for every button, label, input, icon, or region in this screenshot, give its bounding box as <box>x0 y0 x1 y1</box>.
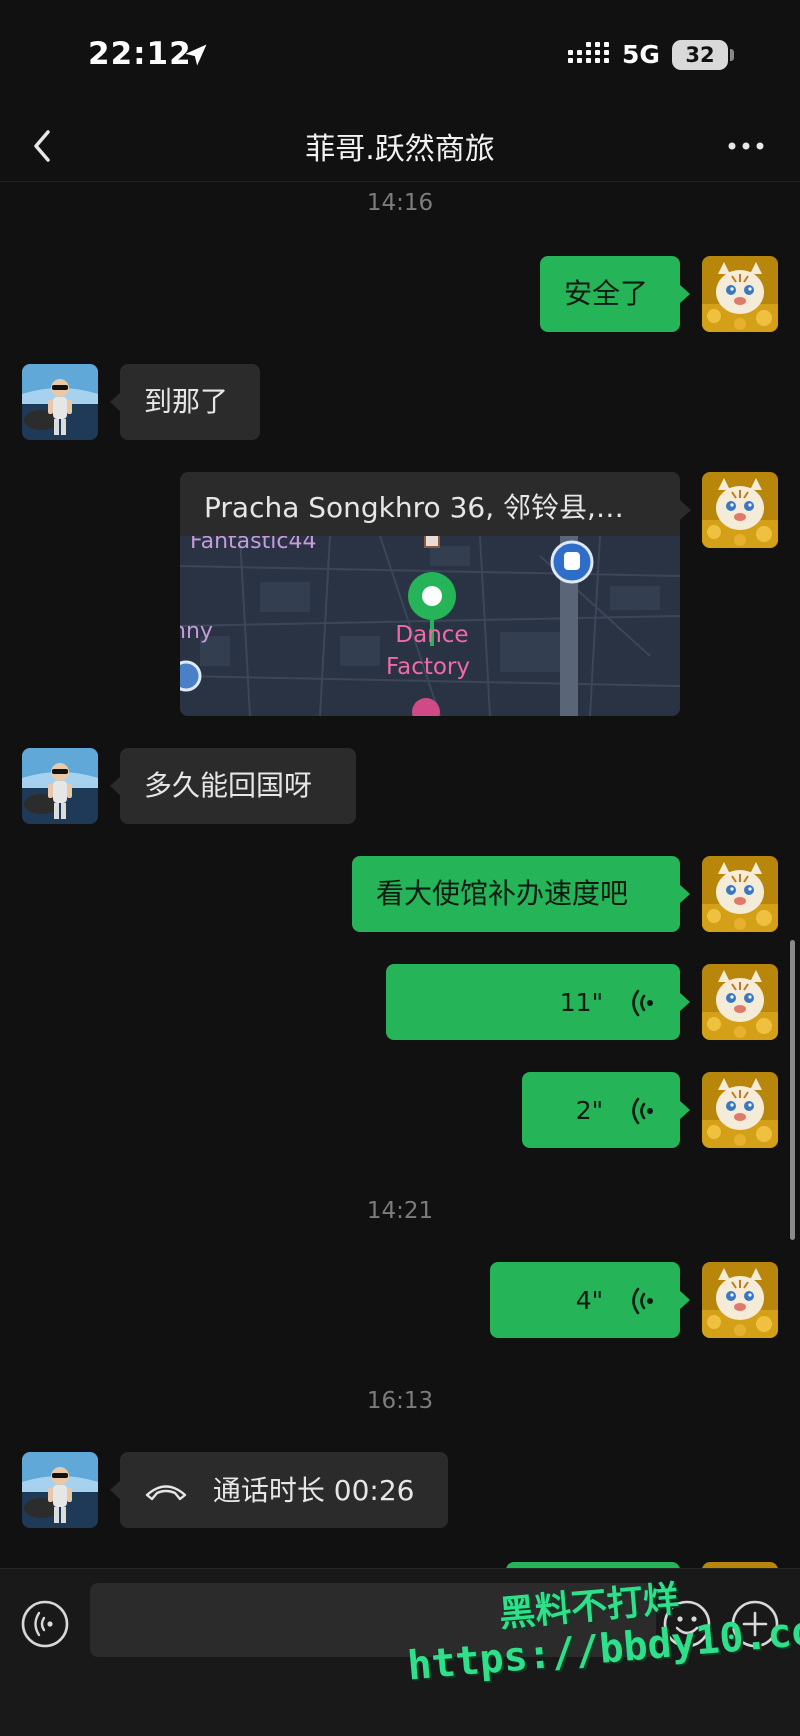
timestamp: 14:16 <box>366 190 434 216</box>
avatar-contact[interactable] <box>22 364 98 440</box>
battery-level: 32 <box>672 40 728 70</box>
tiger-avatar-icon <box>702 964 778 1040</box>
avatar-self[interactable] <box>702 964 778 1040</box>
map-preview: Fantastic44 nny Dance Factory <box>180 536 680 716</box>
map-label: Factory <box>386 654 470 680</box>
avatar-self[interactable] <box>702 472 778 548</box>
call-record-bubble[interactable]: 通话时长 00:26 <box>110 1452 448 1528</box>
voice-duration: 2" <box>575 1096 604 1125</box>
chat-header: 菲哥.跃然商旅 <box>0 110 800 182</box>
timestamp: 14:21 <box>366 1198 434 1224</box>
avatar-self[interactable] <box>702 856 778 932</box>
map-label: Fantastic44 <box>190 536 316 554</box>
message-text: 安全了 <box>564 277 649 310</box>
message-bubble-outgoing[interactable]: 安全了 <box>540 256 690 332</box>
voice-wave-icon <box>632 1097 653 1125</box>
map-label: nny <box>180 619 213 644</box>
network-type: 5G <box>622 40 660 69</box>
message-bubble-incoming[interactable]: 到那了 <box>110 364 260 440</box>
chat-scrollbar[interactable] <box>790 940 795 1240</box>
message-text: 看大使馆补办速度吧 <box>376 877 629 910</box>
location-card[interactable]: Pracha Songkhro 36, 邻铃县,… Fantastic44 nn… <box>180 472 680 716</box>
tiger-avatar-icon <box>702 256 778 332</box>
avatar-self[interactable] <box>702 1262 778 1338</box>
bubble-tail <box>680 500 691 520</box>
status-time: 22:12 <box>88 36 192 72</box>
map-transit-icon <box>180 660 202 692</box>
voice-message-bubble[interactable]: 2" <box>522 1072 690 1148</box>
contact-avatar-icon <box>22 1452 98 1528</box>
message-bubble-incoming[interactable]: 多久能回国呀 <box>110 748 356 824</box>
tiger-avatar-icon <box>702 1262 778 1338</box>
contact-avatar-icon <box>22 364 98 440</box>
tiger-avatar-icon <box>702 472 778 548</box>
tiger-avatar-icon <box>702 1072 778 1148</box>
voice-wave-icon <box>632 989 653 1017</box>
avatar-contact[interactable] <box>22 748 98 824</box>
voice-duration: 4" <box>575 1286 604 1315</box>
message-text: 多久能回国呀 <box>144 769 313 802</box>
avatar-contact[interactable] <box>22 1452 98 1528</box>
phone-hangup-icon <box>145 1485 187 1501</box>
voice-message-bubble[interactable]: 11" <box>386 964 690 1040</box>
contact-avatar-icon <box>22 748 98 824</box>
message-bubble-outgoing[interactable]: 看大使馆补办速度吧 <box>352 856 690 932</box>
voice-mode-icon[interactable] <box>20 1599 70 1649</box>
avatar-self[interactable] <box>702 1072 778 1148</box>
avatar-self[interactable] <box>702 256 778 332</box>
message-text: 到那了 <box>144 385 229 418</box>
battery-tip <box>730 49 734 61</box>
timestamp: 16:13 <box>366 1388 434 1414</box>
map-label: Dance <box>395 622 468 648</box>
tiger-avatar-icon <box>702 856 778 932</box>
call-duration-text: 通话时长 00:26 <box>212 1474 415 1507</box>
chat-title: 菲哥.跃然商旅 <box>305 132 495 167</box>
voice-duration: 11" <box>559 988 604 1017</box>
more-dots-icon[interactable] <box>726 140 766 152</box>
voice-message-bubble[interactable]: 4" <box>490 1262 690 1338</box>
location-address: Pracha Songkhro 36, 邻铃县,… <box>204 491 624 524</box>
location-arrow-icon <box>185 44 207 66</box>
signal-strength-icon <box>568 42 609 63</box>
voice-wave-icon <box>632 1287 653 1315</box>
status-bar: 22:12 5G 32 <box>0 0 800 110</box>
